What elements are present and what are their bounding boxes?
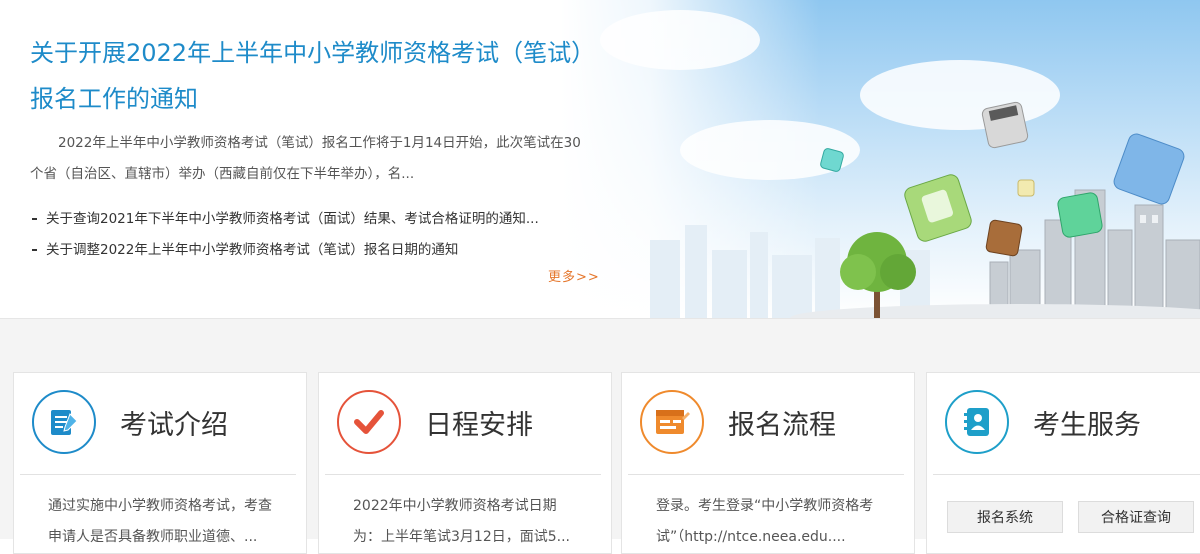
registration-form-icon — [640, 390, 704, 454]
card-text: 通过实施中小学教师资格考试，考查申请人是否具备教师职业道德、... — [48, 498, 272, 545]
headline-title[interactable]: 关于开展2022年上半年中小学教师资格考试（笔试）报名工作的通知 — [30, 30, 590, 122]
registration-system-button[interactable]: 报名系统 — [947, 501, 1063, 533]
certificate-query-button[interactable]: 合格证查询 — [1078, 501, 1194, 533]
card-candidate-service[interactable]: 考生服务 报名系统 合格证查询 — [926, 372, 1200, 554]
card-text: 2022年中小学教师资格考试日期为：上半年笔试3月12日，面试5... — [353, 498, 570, 545]
document-pen-icon — [32, 390, 96, 454]
card-registration[interactable]: 报名流程 登录。考生登录“中小学教师资格考试”（http://ntce.neea… — [621, 372, 915, 554]
address-book-icon — [945, 390, 1009, 454]
news-list: 关于查询2021年下半年中小学教师资格考试（面试）结果、考试合格证明的通知...… — [30, 204, 590, 266]
card-title: 考生服务 — [1033, 410, 1141, 441]
card-schedule[interactable]: 日程安排 2022年中小学教师资格考试日期为：上半年笔试3月12日，面试5... — [318, 372, 612, 554]
checkmark-icon — [337, 390, 401, 454]
news-link[interactable]: 关于查询2021年下半年中小学教师资格考试（面试）结果、考试合格证明的通知... — [30, 204, 590, 235]
city-illustration — [650, 101, 1200, 318]
headline-summary: 2022年上半年中小学教师资格考试（笔试）报名工作将于1月14日开始，此次笔试在… — [30, 135, 581, 182]
news-link[interactable]: 关于调整2022年上半年中小学教师资格考试（笔试）报名日期的通知 — [30, 235, 590, 266]
card-title: 报名流程 — [728, 410, 836, 441]
card-title: 考试介绍 — [120, 410, 228, 441]
card-text: 登录。考生登录“中小学教师资格考试”（http://ntce.neea.edu.… — [656, 498, 874, 545]
card-title: 日程安排 — [425, 410, 533, 441]
card-exam-intro[interactable]: 考试介绍 通过实施中小学教师资格考试，考查申请人是否具备教师职业道德、... — [13, 372, 307, 554]
more-link[interactable]: 更多>> — [548, 266, 600, 285]
hero-banner: 关于开展2022年上半年中小学教师资格考试（笔试）报名工作的通知 2022年上半… — [0, 0, 1200, 318]
